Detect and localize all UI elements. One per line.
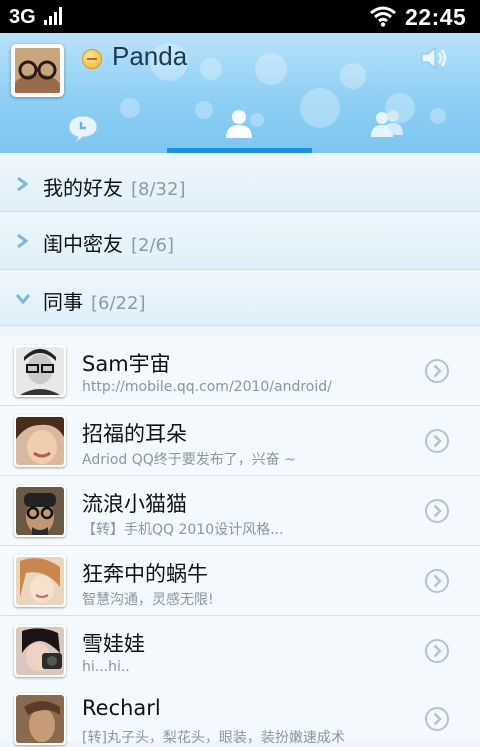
active-tab-indicator [167, 148, 312, 153]
contact-name: Sam宇宙 [82, 352, 171, 376]
contact-signature: http://mobile.qq.com/2010/android/ [82, 379, 332, 395]
avatar [14, 555, 66, 607]
person-icon[interactable] [222, 107, 256, 141]
contact-row[interactable]: 招福的耳朵 Adriod QQ终于要发布了，兴奋 ~ [0, 406, 480, 476]
online-status-icon[interactable] [82, 49, 102, 69]
speaker-icon[interactable] [420, 46, 448, 70]
group-count: [6/22] [91, 293, 146, 314]
network-type: 3G [9, 6, 36, 28]
chevron-circle-right-icon[interactable] [424, 358, 450, 384]
status-bar: 3G 22:45 [0, 0, 480, 33]
contact-signature: Adriod QQ终于要发布了，兴奋 ~ [82, 452, 296, 468]
group-name: 同事 [43, 290, 83, 314]
chevron-circle-right-icon[interactable] [424, 428, 450, 454]
contact-name: 狂奔中的蜗牛 [82, 562, 208, 586]
chevron-circle-right-icon[interactable] [424, 498, 450, 524]
contact-row[interactable]: 狂奔中的蜗牛 智慧沟通，灵感无限! [0, 546, 480, 616]
chevron-down-icon [15, 294, 31, 305]
contact-signature: hi...hi.. [82, 659, 130, 675]
avatar [14, 693, 66, 745]
group-colleagues[interactable]: 同事 [6/22] [0, 270, 480, 326]
signal-icon [44, 7, 64, 25]
group-name: 闺中密友 [43, 232, 123, 256]
group-count: [2/6] [131, 235, 175, 256]
chevron-right-icon [17, 177, 28, 191]
group-my-friends[interactable]: 我的好友 [8/32] [0, 158, 480, 212]
avatar [14, 625, 66, 677]
profile-header: Panda [0, 33, 480, 153]
chat-bubble-icon[interactable] [66, 111, 100, 145]
contact-signature: 【转】手机QQ 2010设计风格... [82, 522, 284, 538]
avatar [14, 415, 66, 467]
contact-name: Recharl [82, 696, 161, 720]
my-nickname: Panda [112, 41, 188, 71]
contact-row[interactable]: 雪娃娃 hi...hi.. [0, 616, 480, 686]
wifi-icon [370, 6, 396, 27]
group-close-friends[interactable]: 闺中密友 [2/6] [0, 212, 480, 270]
contact-signature: 智慧沟通，灵感无限! [82, 592, 214, 608]
clock: 22:45 [405, 4, 467, 30]
group-count: [8/32] [131, 179, 186, 200]
contact-name: 流浪小猫猫 [82, 492, 187, 516]
contact-row[interactable]: 流浪小猫猫 【转】手机QQ 2010设计风格... [0, 476, 480, 546]
contact-row[interactable]: Recharl [转]丸子头，梨花头，眼装，装扮嫩速成术 [0, 684, 480, 746]
contact-name: 招福的耳朵 [82, 422, 187, 446]
contact-signature: [转]丸子头，梨花头，眼装，装扮嫩速成术 [82, 730, 345, 746]
chevron-circle-right-icon[interactable] [424, 568, 450, 594]
chevron-circle-right-icon[interactable] [424, 638, 450, 664]
people-icon[interactable] [370, 107, 404, 141]
chevron-circle-right-icon[interactable] [424, 706, 450, 732]
my-avatar[interactable] [11, 44, 64, 97]
avatar [14, 485, 66, 537]
contact-row[interactable]: Sam宇宙 http://mobile.qq.com/2010/android/ [0, 336, 480, 406]
group-name: 我的好友 [43, 176, 123, 200]
chevron-right-icon [17, 234, 28, 248]
contact-name: 雪娃娃 [82, 632, 145, 656]
avatar [14, 345, 66, 397]
